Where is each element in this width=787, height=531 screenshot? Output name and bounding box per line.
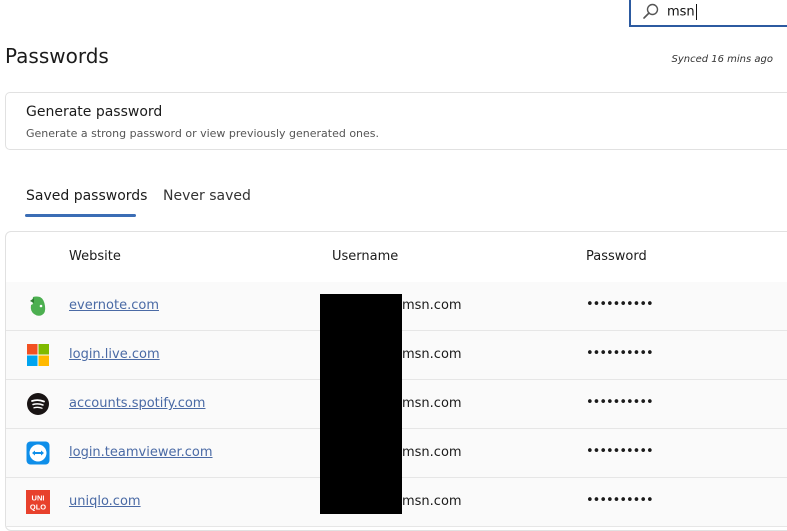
microsoft-icon: [27, 344, 49, 366]
username-value: msn.com: [402, 347, 462, 362]
generate-password-card[interactable]: Generate password Generate a strong pass…: [5, 92, 787, 150]
selected-tab-indicator: [25, 214, 136, 217]
password-value: ••••••••••: [586, 395, 654, 410]
username-value: msn.com: [402, 396, 462, 411]
website-link[interactable]: evernote.com: [69, 298, 159, 313]
column-header-website[interactable]: Website: [69, 249, 121, 264]
uniqlo-icon: UNI QLO: [26, 490, 50, 514]
column-header-password[interactable]: Password: [586, 249, 647, 264]
sync-status: Synced 16 mins ago: [671, 54, 773, 65]
generate-password-description: Generate a strong password or view previ…: [26, 127, 380, 140]
password-value: ••••••••••: [586, 444, 654, 459]
evernote-icon: [30, 296, 46, 316]
password-value: ••••••••••: [586, 346, 654, 361]
username-value: msn.com: [402, 494, 462, 509]
password-value: ••••••••••: [586, 297, 654, 312]
username-value: msn.com: [402, 298, 462, 313]
website-link[interactable]: login.teamviewer.com: [69, 445, 213, 460]
svg-text:QLO: QLO: [30, 503, 46, 512]
password-value: ••••••••••: [586, 493, 654, 508]
page-title: Passwords: [5, 44, 109, 68]
website-link[interactable]: uniqlo.com: [69, 494, 141, 509]
svg-text:UNI: UNI: [32, 494, 45, 503]
tab-never-saved[interactable]: Never saved: [163, 188, 251, 204]
search-input[interactable]: msn: [667, 3, 697, 20]
column-header-username[interactable]: Username: [332, 249, 398, 264]
search-icon: [643, 3, 659, 19]
username-value: msn.com: [402, 445, 462, 460]
teamviewer-icon: [26, 441, 50, 465]
redaction-block: [320, 294, 402, 514]
spotify-icon: [27, 393, 49, 415]
generate-password-title: Generate password: [26, 104, 163, 120]
website-link[interactable]: accounts.spotify.com: [69, 396, 205, 411]
search-box[interactable]: msn: [629, 0, 787, 27]
tab-saved-passwords[interactable]: Saved passwords: [26, 188, 147, 204]
website-link[interactable]: login.live.com: [69, 347, 160, 362]
text-caret: [695, 3, 697, 20]
